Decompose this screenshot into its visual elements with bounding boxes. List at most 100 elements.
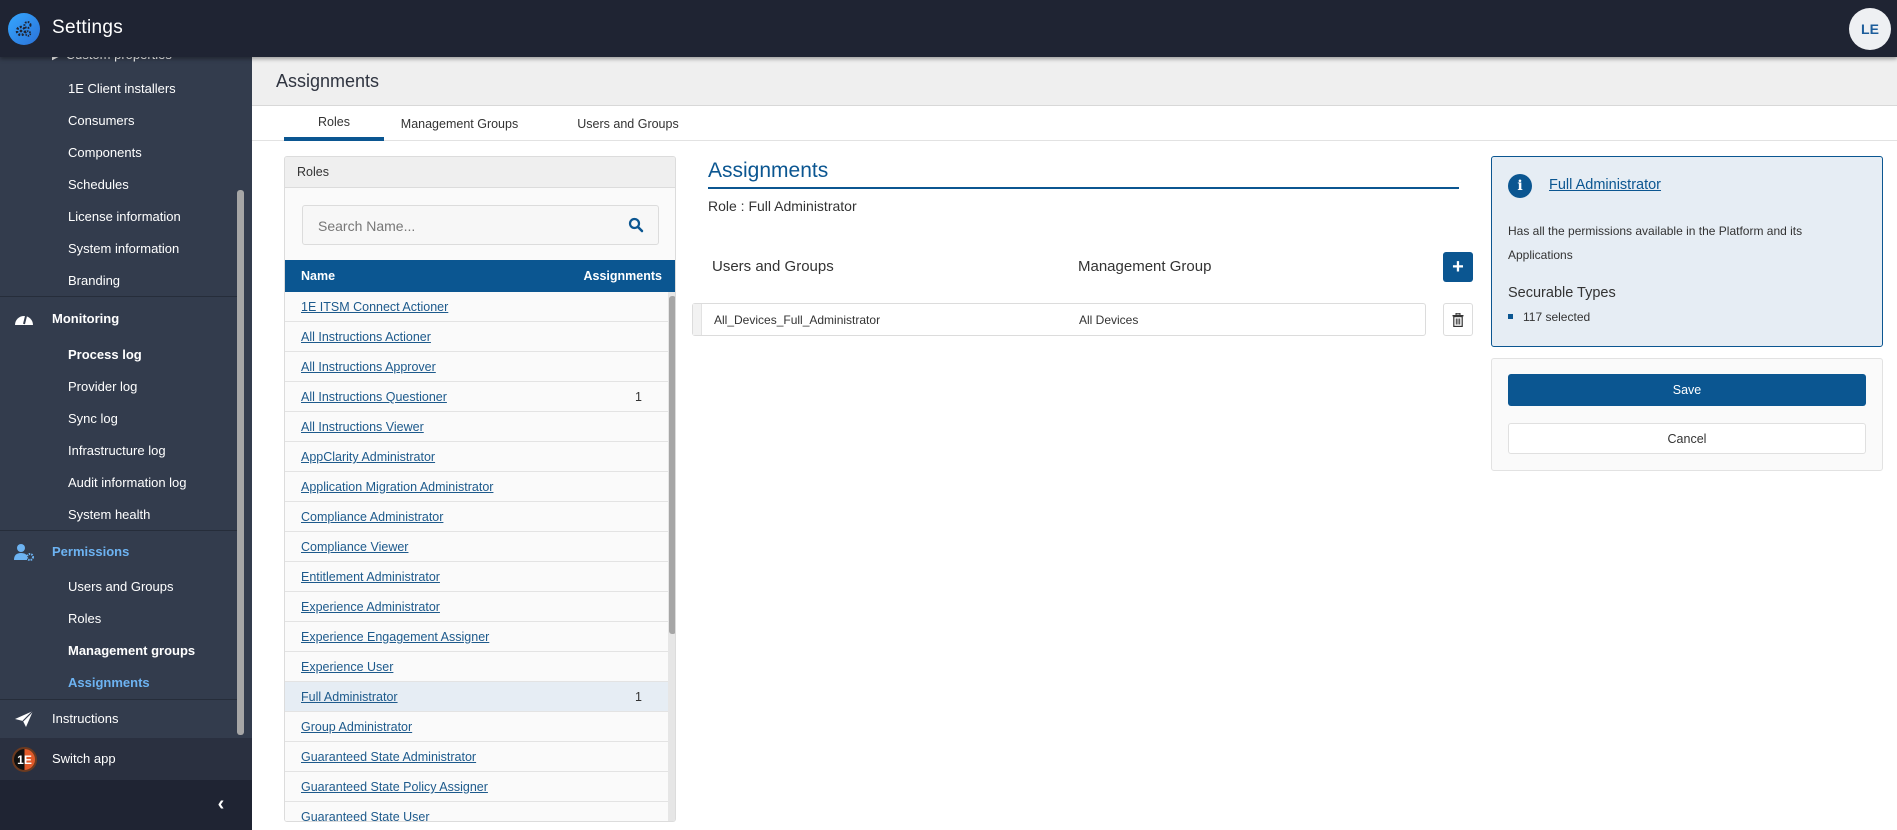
column-header-management-group: Management Group <box>1078 258 1212 275</box>
search-box <box>302 205 659 245</box>
role-name-link[interactable]: Application Migration Administrator <box>301 480 493 494</box>
info-icon: i <box>1508 174 1532 198</box>
roles-scrollbar-track[interactable] <box>668 292 675 821</box>
user-avatar[interactable]: LE <box>1849 8 1891 50</box>
sidebar-item-custom-properties[interactable]: ▶Custom properties <box>52 57 172 62</box>
search-input[interactable] <box>318 215 618 237</box>
assignments-heading: Assignments <box>708 159 829 182</box>
users-gear-icon <box>14 544 34 561</box>
role-name-link[interactable]: AppClarity Administrator <box>301 450 435 464</box>
assignment-row[interactable]: All_Devices_Full_Administrator All Devic… <box>692 303 1426 336</box>
sidebar-section-monitoring[interactable]: Monitoring <box>52 311 119 326</box>
role-name-link[interactable]: All Instructions Viewer <box>301 420 424 434</box>
gauge-icon <box>15 315 33 325</box>
roles-panel-title: Roles <box>285 157 675 188</box>
sidebar-divider <box>0 296 238 297</box>
sidebar-item-consumers[interactable]: Consumers <box>68 113 134 128</box>
role-name-link[interactable]: All Instructions Actioner <box>301 330 431 344</box>
sidebar-item-branding[interactable]: Branding <box>68 273 120 288</box>
role-row[interactable]: All Instructions Actioner <box>285 322 668 352</box>
role-assignment-count: 1 <box>635 690 642 704</box>
roles-table-body: 1E ITSM Connect Actioner All Instructions… <box>285 292 668 821</box>
plus-icon: + <box>1452 255 1464 278</box>
sidebar-section-permissions[interactable]: Permissions <box>52 544 129 559</box>
role-name-link[interactable]: Compliance Administrator <box>301 510 443 524</box>
role-name-link[interactable]: All Instructions Approver <box>301 360 436 374</box>
role-name-link[interactable]: Experience Engagement Assigner <box>301 630 489 644</box>
role-name-link[interactable]: Group Administrator <box>301 720 412 734</box>
role-row[interactable]: Experience Engagement Assigner <box>285 622 668 652</box>
sidebar-scrollbar[interactable] <box>237 190 244 735</box>
role-info-title-link[interactable]: Full Administrator <box>1549 177 1661 193</box>
sidebar-item-schedules[interactable]: Schedules <box>68 177 129 192</box>
sidebar-item-users-and-groups[interactable]: Users and Groups <box>68 579 174 594</box>
role-name-link[interactable]: All Instructions Questioner <box>301 390 447 404</box>
role-name-link[interactable]: Entitlement Administrator <box>301 570 440 584</box>
role-row[interactable]: Compliance Administrator <box>285 502 668 532</box>
page-title: Assignments <box>276 71 380 91</box>
assignment-management-group: All Devices <box>1079 313 1139 327</box>
role-name-link[interactable]: 1E ITSM Connect Actioner <box>301 300 448 314</box>
role-row[interactable]: Experience User <box>285 652 668 682</box>
sidebar-item-audit-information-log[interactable]: Audit information log <box>68 475 187 490</box>
sidebar-item-roles[interactable]: Roles <box>68 611 101 626</box>
sidebar-item-infrastructure-log[interactable]: Infrastructure log <box>68 443 166 458</box>
role-name-link[interactable]: Guaranteed State User <box>301 810 430 821</box>
sidebar-scroll-area: ▶Custom properties 1E Client installers … <box>0 57 252 738</box>
role-row[interactable]: All Instructions Questioner 1 <box>285 382 668 412</box>
sidebar-item-management-groups[interactable]: Management groups <box>68 643 195 658</box>
sidebar-item-system-information[interactable]: System information <box>68 241 179 256</box>
app-title: Settings <box>52 17 124 38</box>
role-row[interactable]: Guaranteed State Administrator <box>285 742 668 772</box>
role-name-link[interactable]: Experience User <box>301 660 393 674</box>
settings-gears-icon[interactable] <box>8 13 40 45</box>
role-row[interactable]: All Instructions Viewer <box>285 412 668 442</box>
delete-assignment-button[interactable] <box>1443 303 1473 336</box>
role-name-link[interactable]: Guaranteed State Policy Assigner <box>301 780 488 794</box>
sidebar-item-client-installers[interactable]: 1E Client installers <box>68 81 176 96</box>
tab-roles[interactable]: Roles <box>284 106 384 141</box>
cancel-button[interactable]: Cancel <box>1508 423 1866 454</box>
role-row[interactable]: Group Administrator <box>285 712 668 742</box>
sidebar-item-sync-log[interactable]: Sync log <box>68 411 118 426</box>
role-row[interactable]: Entitlement Administrator <box>285 562 668 592</box>
caret-right-icon: ▶ <box>52 57 60 62</box>
column-header-name[interactable]: Name <box>301 269 335 283</box>
sidebar-section-instructions[interactable]: Instructions <box>52 711 118 726</box>
chevron-left-icon[interactable]: ‹ <box>210 792 232 816</box>
role-row[interactable]: Experience Administrator <box>285 592 668 622</box>
role-name-link[interactable]: Compliance Viewer <box>301 540 408 554</box>
add-assignment-button[interactable]: + <box>1443 252 1473 282</box>
role-row[interactable]: Guaranteed State Policy Assigner <box>285 772 668 802</box>
save-button[interactable]: Save <box>1508 374 1866 406</box>
sidebar-item-system-health[interactable]: System health <box>68 507 150 522</box>
role-name-link[interactable]: Experience Administrator <box>301 600 440 614</box>
sidebar-item-process-log[interactable]: Process log <box>68 347 142 362</box>
sidebar-item-license-information[interactable]: License information <box>68 209 181 224</box>
sidebar-item-provider-log[interactable]: Provider log <box>68 379 137 394</box>
role-row[interactable]: 1E ITSM Connect Actioner <box>285 292 668 322</box>
switch-app-button[interactable]: 1E Switch app <box>0 738 252 780</box>
role-name-link[interactable]: Guaranteed State Administrator <box>301 750 476 764</box>
role-row[interactable]: Full Administrator 1 <box>285 682 668 712</box>
role-row[interactable]: All Instructions Approver <box>285 352 668 382</box>
sidebar-item-components[interactable]: Components <box>68 145 142 160</box>
role-row[interactable]: Guaranteed State User <box>285 802 668 821</box>
role-row[interactable]: Compliance Viewer <box>285 532 668 562</box>
role-row[interactable]: Application Migration Administrator <box>285 472 668 502</box>
search-icon[interactable] <box>628 217 644 233</box>
switch-app-label: Switch app <box>52 751 116 766</box>
roles-scrollbar-thumb[interactable] <box>669 296 675 634</box>
sidebar-divider <box>0 530 238 531</box>
role-row[interactable]: AppClarity Administrator <box>285 442 668 472</box>
drag-handle[interactable] <box>693 304 702 335</box>
roles-panel: Roles Name Assignments 1E ITSM Connect A… <box>284 156 676 822</box>
sidebar-divider <box>0 699 238 700</box>
selected-role-label: Role : Full Administrator <box>708 198 857 214</box>
column-header-assignments[interactable]: Assignments <box>584 269 663 283</box>
sidebar: ▶Custom properties 1E Client installers … <box>0 57 252 830</box>
role-name-link[interactable]: Full Administrator <box>301 690 398 704</box>
sidebar-item-assignments[interactable]: Assignments <box>68 675 150 690</box>
tab-users-and-groups[interactable]: Users and Groups <box>568 106 688 141</box>
tab-management-groups[interactable]: Management Groups <box>392 106 527 141</box>
